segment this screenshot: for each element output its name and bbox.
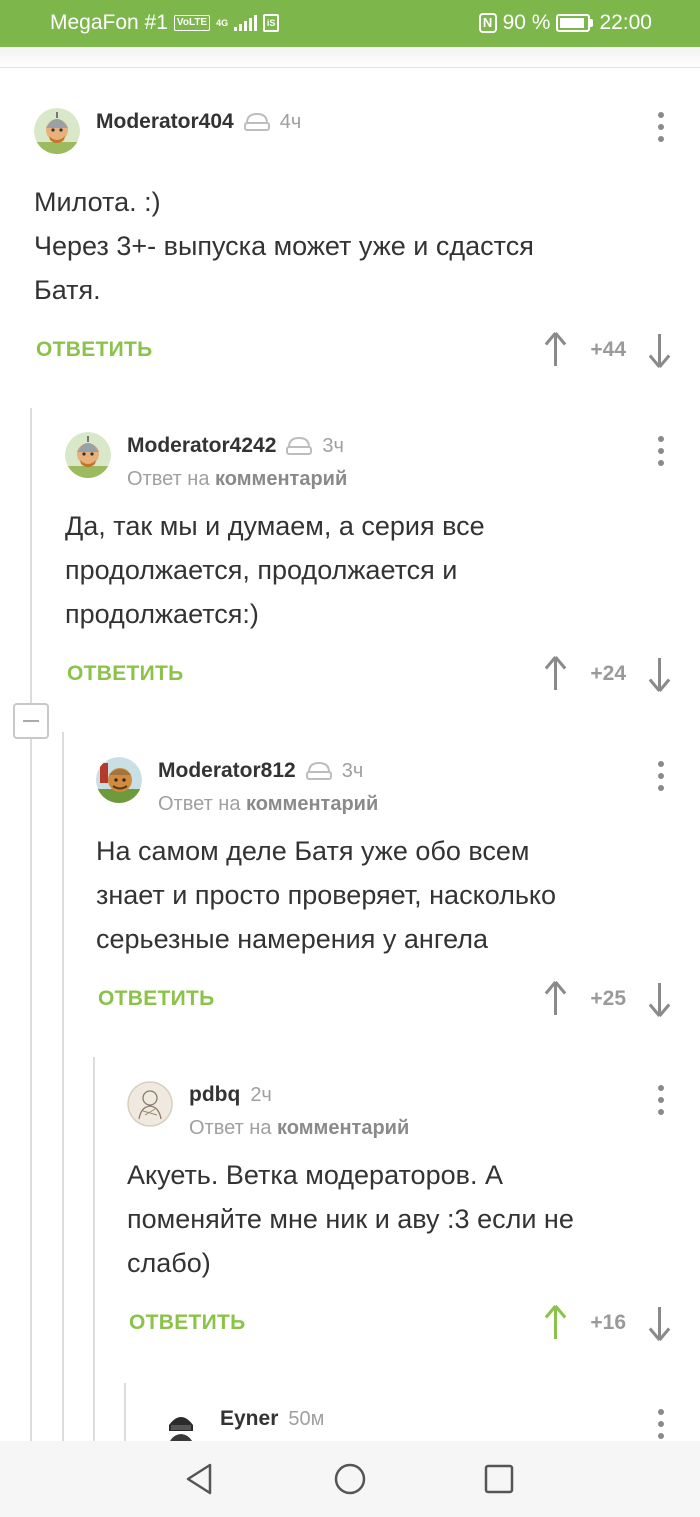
collapse-thread-button[interactable] bbox=[13, 703, 49, 739]
comment-time: 4ч bbox=[279, 110, 302, 133]
battery-icon bbox=[556, 14, 594, 32]
comment-text: Акуеть. Ветка модераторов. А поменяйте м… bbox=[127, 1160, 574, 1278]
comment-text: Да, так мы и думаем, а серия все продолж… bbox=[65, 511, 485, 629]
comment-author[interactable]: pdbq bbox=[189, 1083, 240, 1107]
upvote-arrow-icon[interactable] bbox=[542, 1305, 568, 1341]
thread-line bbox=[124, 1383, 126, 1441]
comment-score: +16 bbox=[590, 1311, 626, 1334]
status-left: MegaFon #1 VoLTE 4G iS bbox=[50, 11, 280, 35]
carrier-name: MegaFon #1 bbox=[50, 11, 168, 34]
comment-score: +24 bbox=[590, 662, 626, 685]
reply-button[interactable]: ОТВЕТИТЬ bbox=[98, 987, 215, 1011]
avatar[interactable] bbox=[34, 108, 80, 154]
status-bar: MegaFon #1 VoLTE 4G iS N 90 % 22:00 bbox=[0, 0, 700, 47]
thread-line bbox=[93, 1057, 95, 1441]
avatar[interactable] bbox=[127, 1081, 173, 1127]
thread-line bbox=[30, 408, 32, 703]
moderator-hat-icon bbox=[286, 436, 313, 455]
moderator-hat-icon bbox=[305, 761, 332, 780]
status-right: N 90 % 22:00 bbox=[478, 11, 652, 35]
volte-icon: VoLTE bbox=[173, 15, 211, 31]
upvote-arrow-icon[interactable] bbox=[542, 656, 568, 692]
downvote-arrow-icon[interactable] bbox=[646, 656, 672, 692]
more-options-icon[interactable] bbox=[656, 436, 666, 466]
home-icon[interactable] bbox=[332, 1461, 368, 1497]
thread-line bbox=[30, 739, 32, 1441]
comment-score: +25 bbox=[590, 987, 626, 1010]
back-icon[interactable] bbox=[182, 1461, 218, 1497]
downvote-arrow-icon[interactable] bbox=[646, 1305, 672, 1341]
comment-author[interactable]: Eyner bbox=[220, 1407, 278, 1431]
comment-text: Милота. :) Через 3+- выпуска может уже и… bbox=[34, 187, 534, 305]
comment: Eyner 50м bbox=[158, 1405, 700, 1441]
comment: Moderator404 4ч Милота. :) Через 3+- вып… bbox=[34, 108, 700, 374]
divider bbox=[0, 67, 700, 68]
downvote-arrow-icon[interactable] bbox=[646, 332, 672, 368]
recents-icon[interactable] bbox=[481, 1461, 517, 1497]
comment-author[interactable]: Moderator812 bbox=[158, 759, 296, 783]
downvote-arrow-icon[interactable] bbox=[646, 981, 672, 1017]
signal-icon bbox=[234, 15, 258, 31]
upvote-arrow-icon[interactable] bbox=[542, 332, 568, 368]
reply-to: Ответ на комментарий bbox=[127, 468, 348, 490]
more-options-icon[interactable] bbox=[656, 1409, 666, 1439]
vote-controls: +44 bbox=[542, 330, 672, 370]
more-options-icon[interactable] bbox=[656, 761, 666, 791]
reply-to-link[interactable]: комментарий bbox=[215, 468, 347, 490]
more-options-icon[interactable] bbox=[656, 1085, 666, 1115]
thread-line bbox=[62, 732, 64, 1441]
comment-score: +44 bbox=[590, 338, 626, 361]
comment-time: 3ч bbox=[322, 434, 344, 457]
comment: Moderator4242 3ч Ответ на комментарий Да… bbox=[65, 432, 700, 698]
comment: pdbq 2ч Ответ на комментарий Акуеть. Вет… bbox=[127, 1081, 700, 1347]
comment-text: На самом деле Батя уже обо всем знает и … bbox=[96, 836, 557, 954]
avatar[interactable] bbox=[65, 432, 111, 478]
avatar[interactable] bbox=[158, 1405, 204, 1441]
system-navigation-bar bbox=[0, 1441, 700, 1517]
reply-to: Ответ на комментарий bbox=[158, 793, 379, 815]
network-type: 4G bbox=[216, 17, 229, 28]
comment-author[interactable]: Moderator4242 bbox=[127, 434, 276, 458]
vote-controls: +16 bbox=[542, 1303, 672, 1343]
reply-to-link[interactable]: комментарий bbox=[277, 1117, 409, 1139]
reply-button[interactable]: ОТВЕТИТЬ bbox=[67, 662, 184, 686]
more-options-icon[interactable] bbox=[656, 112, 666, 142]
upvote-arrow-icon[interactable] bbox=[542, 981, 568, 1017]
comment: Moderator812 3ч Ответ на комментарий На … bbox=[96, 757, 700, 1023]
reply-to: Ответ на комментарий bbox=[189, 1117, 410, 1139]
moderator-hat-icon bbox=[243, 112, 270, 131]
vote-controls: +25 bbox=[542, 979, 672, 1019]
battery-percent: 90 % bbox=[502, 11, 551, 34]
reply-to-link[interactable]: комментарий bbox=[246, 793, 378, 815]
reply-button[interactable]: ОТВЕТИТЬ bbox=[129, 1311, 246, 1335]
comment-time: 2ч bbox=[250, 1083, 272, 1106]
comment-time: 50м bbox=[288, 1407, 325, 1430]
nfc-icon: N bbox=[478, 13, 497, 33]
comment-author[interactable]: Moderator404 bbox=[96, 110, 234, 134]
clock: 22:00 bbox=[599, 11, 652, 34]
reply-button[interactable]: ОТВЕТИТЬ bbox=[36, 338, 153, 362]
app-header-shadow bbox=[0, 47, 700, 69]
sim-icon: iS bbox=[263, 14, 280, 32]
comment-time: 3ч bbox=[341, 759, 364, 782]
avatar[interactable] bbox=[96, 757, 142, 803]
vote-controls: +24 bbox=[542, 654, 672, 694]
